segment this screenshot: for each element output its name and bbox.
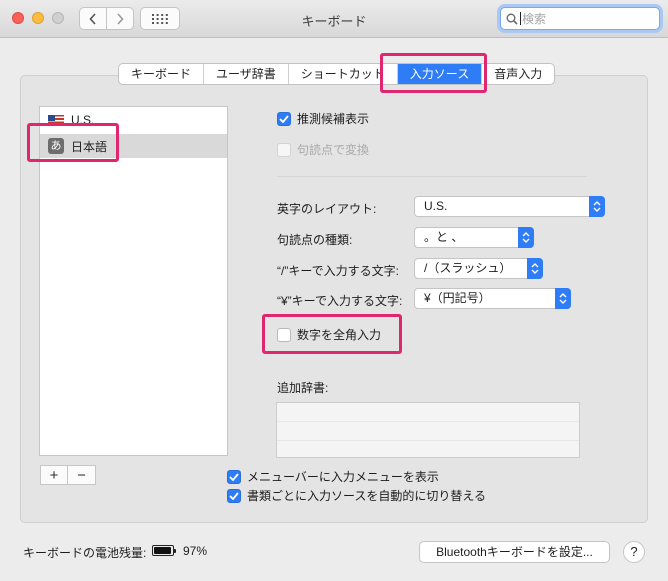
checkbox-checked[interactable] [227,469,241,484]
keyboard-preferences-window: キーボード 検索 キーボード ユーザ辞書 ショートカット 入力ソース 音声入力 … [0,0,668,581]
dictionary-list[interactable] [276,402,580,458]
highlight-box-fullwidth [262,314,402,354]
add-source-button[interactable]: + [41,466,68,484]
tab-bar: キーボード ユーザ辞書 ショートカット 入力ソース 音声入力 [118,63,556,85]
show-menu-label: メニューバーに入力メニューを表示 [247,470,439,484]
show-menu-checkbox-row[interactable]: メニューバーに入力メニューを表示 [227,468,439,485]
checkmark-icon [279,114,289,123]
bluetooth-keyboard-setup-button[interactable]: Bluetoothキーボードを設定... [419,541,610,563]
battery-label: キーボードの電池残量: [23,546,147,560]
slash-key-popup[interactable]: /（スラッシュ） [414,258,543,279]
divider [277,176,587,177]
popup-arrows-icon [527,258,543,279]
tab-dictation[interactable]: 音声入力 [482,64,554,84]
slash-key-value: /（スラッシュ） [424,261,512,275]
popup-arrows-icon [589,196,605,217]
layout-popup[interactable]: U.S. [414,196,605,217]
text-cursor [520,12,521,25]
punct-convert-label: 句読点で変換 [297,143,370,157]
auto-switch-checkbox-row[interactable]: 書類ごとに入力ソースを自動的に切り替える [227,487,486,504]
battery-percent: 97% [183,544,208,558]
punct-type-value: 。と 、 [424,230,464,244]
dictionary-label: 追加辞書: [277,381,329,395]
punct-convert-checkbox-row: 句読点で変換 [277,141,369,158]
checkbox-checked[interactable] [277,111,291,126]
popup-arrows-icon [518,227,534,248]
checkbox-checked[interactable] [227,488,241,503]
punct-type-label: 句読点の種類: [277,233,353,247]
checkmark-icon [229,491,239,500]
auto-switch-label: 書類ごとに入力ソースを自動的に切り替える [247,489,487,503]
search-placeholder: 検索 [522,12,547,26]
layout-value: U.S. [424,199,448,213]
checkmark-icon [229,472,239,481]
title-bar: キーボード 検索 [0,0,668,38]
punct-type-popup[interactable]: 。と 、 [414,227,534,248]
highlight-box-japanese [27,123,119,162]
battery-fill [154,547,172,554]
checkbox-disabled [277,142,291,157]
slash-key-label: “/”キーで入力する文字: [277,264,399,278]
popup-arrows-icon [555,288,571,309]
layout-label: 英字のレイアウト: [277,202,377,216]
yen-key-label: “¥”キーで入力する文字: [277,294,403,308]
add-remove-control: + − [40,465,96,485]
yen-key-popup[interactable]: ¥（円記号） [414,288,571,309]
search-input[interactable]: 検索 [500,7,660,30]
yen-key-value: ¥（円記号） [424,291,491,305]
search-icon [506,13,518,25]
remove-source-button[interactable]: − [68,466,95,484]
predictive-checkbox-row[interactable]: 推測候補表示 [277,110,369,127]
dictionary-row [277,422,579,441]
highlight-box-tab [380,53,487,93]
tab-user-dictionary[interactable]: ユーザ辞書 [204,64,289,84]
dictionary-row [277,403,579,422]
predictive-label: 推測候補表示 [297,112,370,126]
tab-keyboard[interactable]: キーボード [119,64,205,84]
help-button[interactable]: ? [623,541,645,563]
battery-icon [152,545,176,556]
